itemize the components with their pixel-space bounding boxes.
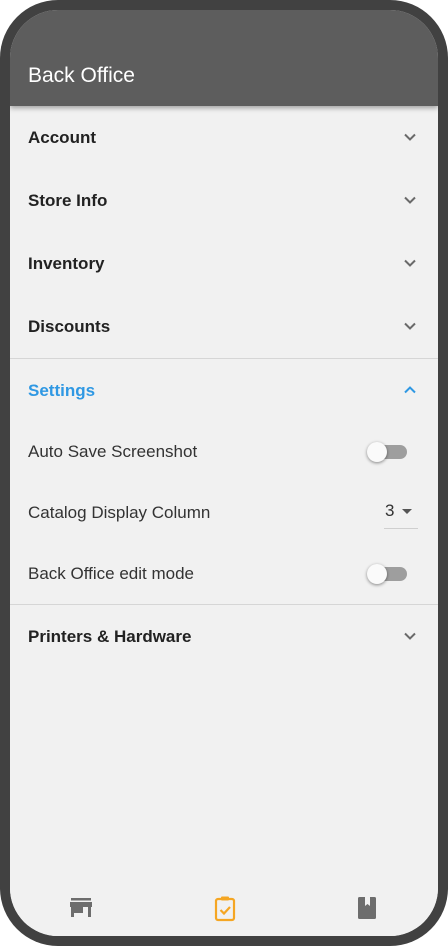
setting-auto-save-screenshot: Auto Save Screenshot: [10, 421, 438, 482]
page-title: Back Office: [28, 64, 135, 87]
section-discounts-label: Discounts: [28, 317, 111, 336]
nav-store-button[interactable]: [66, 894, 96, 922]
chevron-down-icon: [404, 133, 416, 141]
toggle-thumb: [367, 442, 387, 462]
section-inventory[interactable]: Inventory: [10, 232, 438, 295]
setting-back-office-edit-mode: Back Office edit mode: [10, 543, 438, 604]
nav-clipboard-button[interactable]: [210, 894, 240, 922]
dropdown-arrow-icon: [402, 509, 412, 514]
bottom-navigation: [10, 880, 438, 936]
section-printers-hardware-label: Printers & Hardware: [28, 627, 192, 646]
store-icon: [70, 898, 92, 917]
section-printers-hardware[interactable]: Printers & Hardware: [10, 605, 438, 668]
section-discounts[interactable]: Discounts: [10, 295, 438, 358]
section-store-info[interactable]: Store Info: [10, 169, 438, 232]
book-icon: [358, 897, 376, 919]
auto-save-screenshot-toggle[interactable]: [367, 442, 407, 462]
chevron-up-icon: [404, 386, 416, 394]
app-bar: Back Office: [10, 10, 438, 106]
section-store-info-label: Store Info: [28, 191, 108, 210]
select-value: 3: [385, 501, 395, 520]
section-settings[interactable]: Settings: [10, 359, 438, 422]
back-office-edit-mode-label: Back Office edit mode: [28, 564, 194, 583]
back-office-edit-mode-toggle[interactable]: [367, 564, 407, 584]
clipboard-check-icon: [214, 896, 236, 922]
chevron-down-icon: [404, 632, 416, 640]
section-inventory-label: Inventory: [28, 254, 105, 273]
section-account[interactable]: Account: [10, 106, 438, 169]
app-screen: Back Office Account Store Info Inventory…: [10, 10, 438, 936]
section-account-label: Account: [28, 128, 96, 147]
toggle-thumb: [367, 564, 387, 584]
chevron-down-icon: [404, 196, 416, 204]
phone-frame: Back Office Account Store Info Inventory…: [0, 0, 448, 946]
chevron-down-icon: [404, 322, 416, 330]
nav-book-button[interactable]: [352, 894, 382, 922]
chevron-down-icon: [404, 259, 416, 267]
setting-catalog-display-column: Catalog Display Column 3: [10, 482, 438, 543]
catalog-display-column-label: Catalog Display Column: [28, 503, 211, 522]
catalog-display-column-select[interactable]: 3: [384, 496, 418, 529]
section-settings-label: Settings: [28, 381, 96, 400]
auto-save-screenshot-label: Auto Save Screenshot: [28, 442, 198, 461]
